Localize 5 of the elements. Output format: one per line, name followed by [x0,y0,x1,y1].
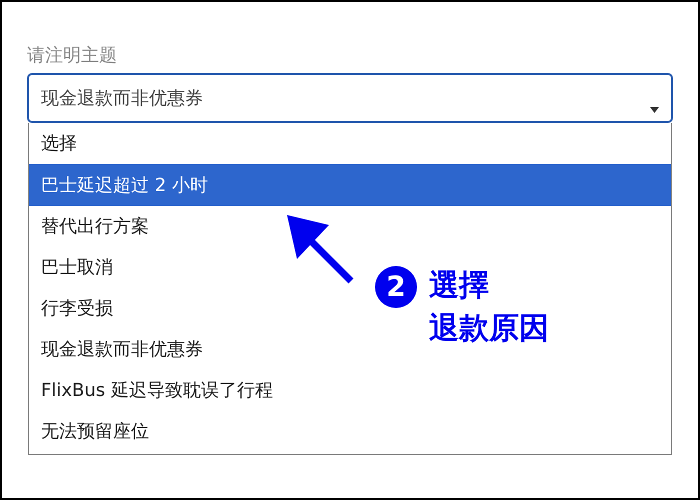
arrow-icon [285,213,355,285]
dropdown-option[interactable]: 巴士延迟超过 2 小时 [29,164,671,206]
field-label: 请注明主题 [27,44,118,68]
select-field[interactable]: 现金退款而非优惠券 [27,73,673,123]
caret-icon [650,107,659,113]
